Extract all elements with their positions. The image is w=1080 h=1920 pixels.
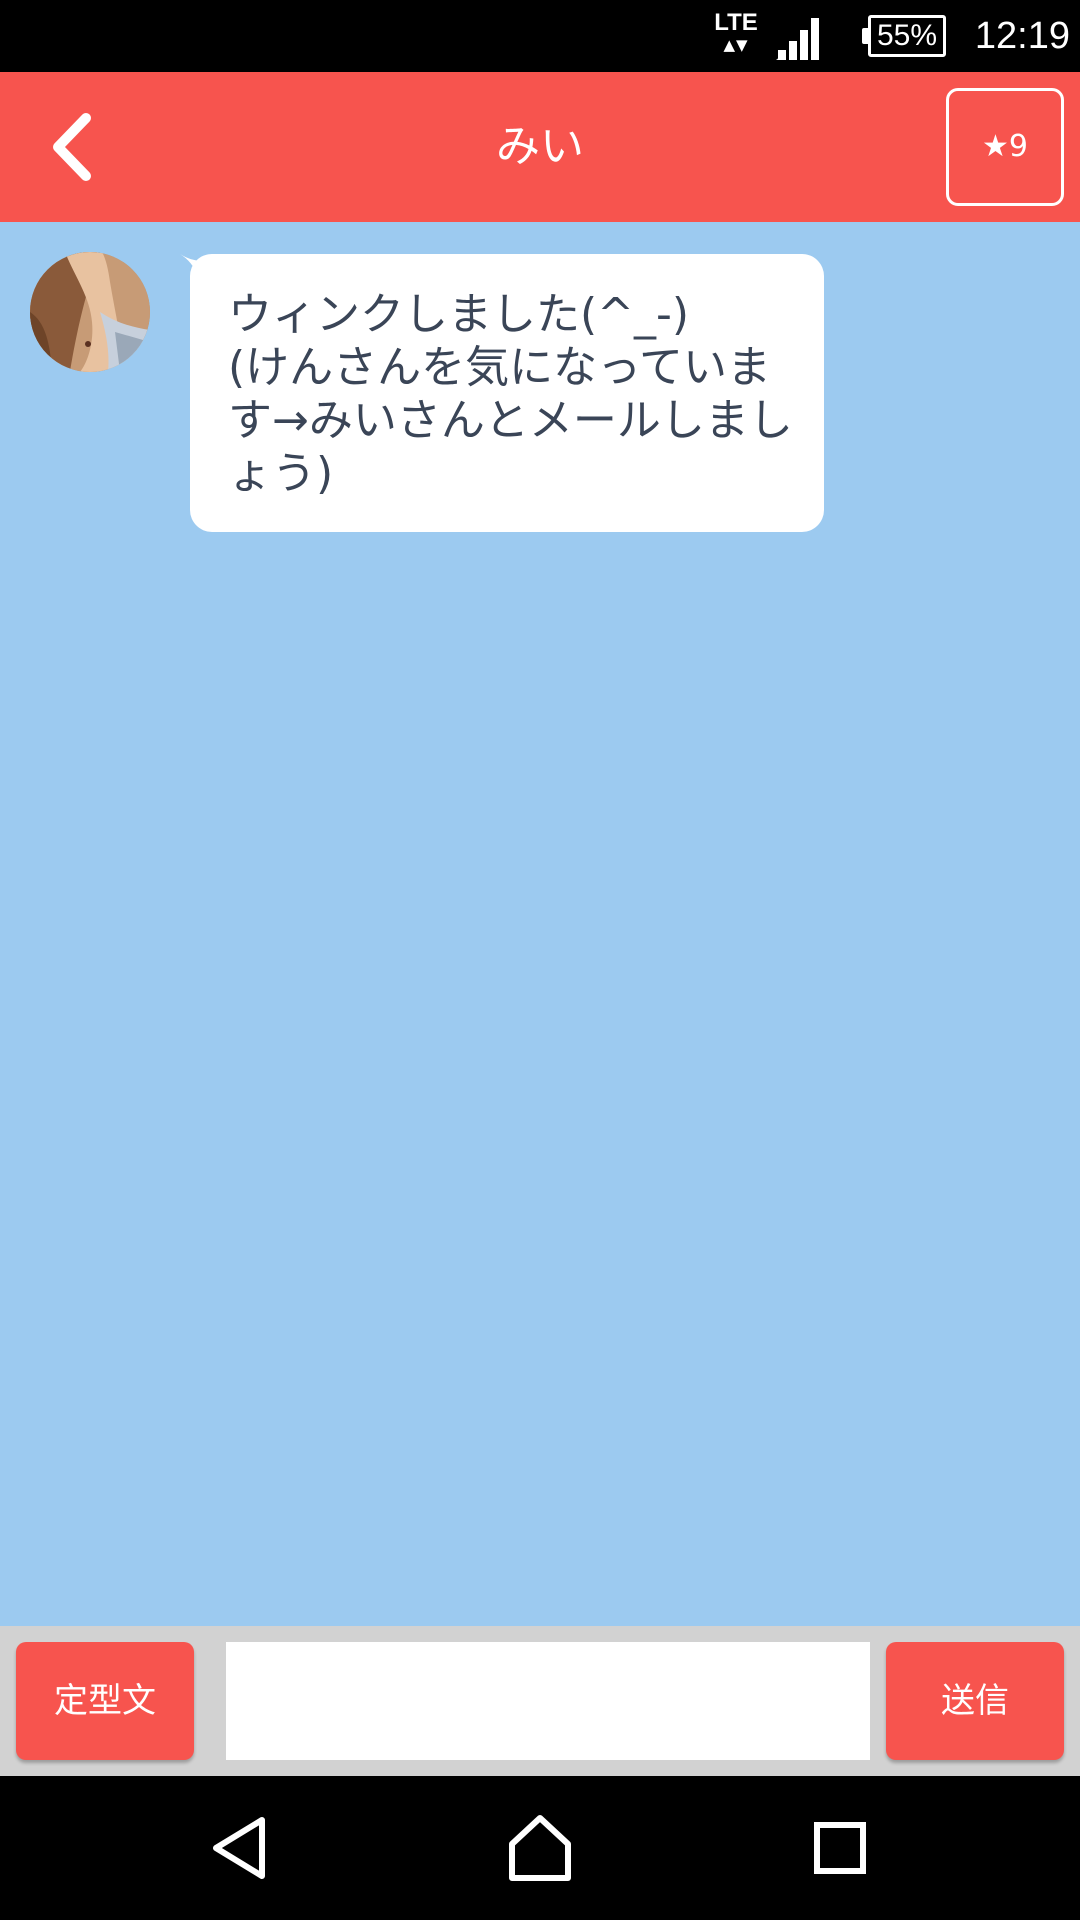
square-recents-icon bbox=[814, 1822, 866, 1874]
chat-area[interactable]: ウィンクしました(^_-) (けんさんを気になっています→みいさんとメールしまし… bbox=[0, 222, 1080, 1626]
data-activity-icon: ▲▼ bbox=[723, 36, 749, 54]
star-points-button[interactable]: ★9 bbox=[946, 88, 1064, 206]
page-title: みい bbox=[496, 121, 584, 172]
status-bar: LTE ▲▼ 55% 12:19 bbox=[0, 0, 1080, 72]
network-type: LTE bbox=[714, 9, 758, 36]
home-icon bbox=[509, 1815, 571, 1881]
nav-home-button[interactable] bbox=[500, 1808, 580, 1888]
triangle-back-icon bbox=[213, 1817, 265, 1879]
header: みい ★9 bbox=[0, 72, 1080, 222]
message-bubble: ウィンクしました(^_-) (けんさんを気になっています→みいさんとメールしまし… bbox=[190, 254, 824, 532]
battery-icon: 55% bbox=[862, 15, 946, 57]
nav-recents-button[interactable] bbox=[800, 1808, 880, 1888]
signal-strength-icon bbox=[776, 16, 824, 60]
input-bar: 定型文 送信 bbox=[0, 1626, 1080, 1776]
template-button[interactable]: 定型文 bbox=[16, 1642, 194, 1760]
navigation-bar bbox=[0, 1776, 1080, 1920]
back-button[interactable] bbox=[40, 110, 108, 184]
message-text: ウィンクしました(^_-) (けんさんを気になっています→みいさんとメールしまし… bbox=[228, 289, 793, 499]
lte-indicator: LTE ▲▼ bbox=[712, 9, 760, 55]
send-button[interactable]: 送信 bbox=[886, 1642, 1064, 1760]
nav-back-button[interactable] bbox=[200, 1808, 280, 1888]
clock: 12:19 bbox=[974, 15, 1070, 57]
avatar[interactable] bbox=[30, 252, 150, 372]
chevron-left-icon bbox=[53, 113, 91, 181]
battery-level: 55% bbox=[876, 19, 938, 52]
message-input[interactable] bbox=[226, 1642, 870, 1760]
